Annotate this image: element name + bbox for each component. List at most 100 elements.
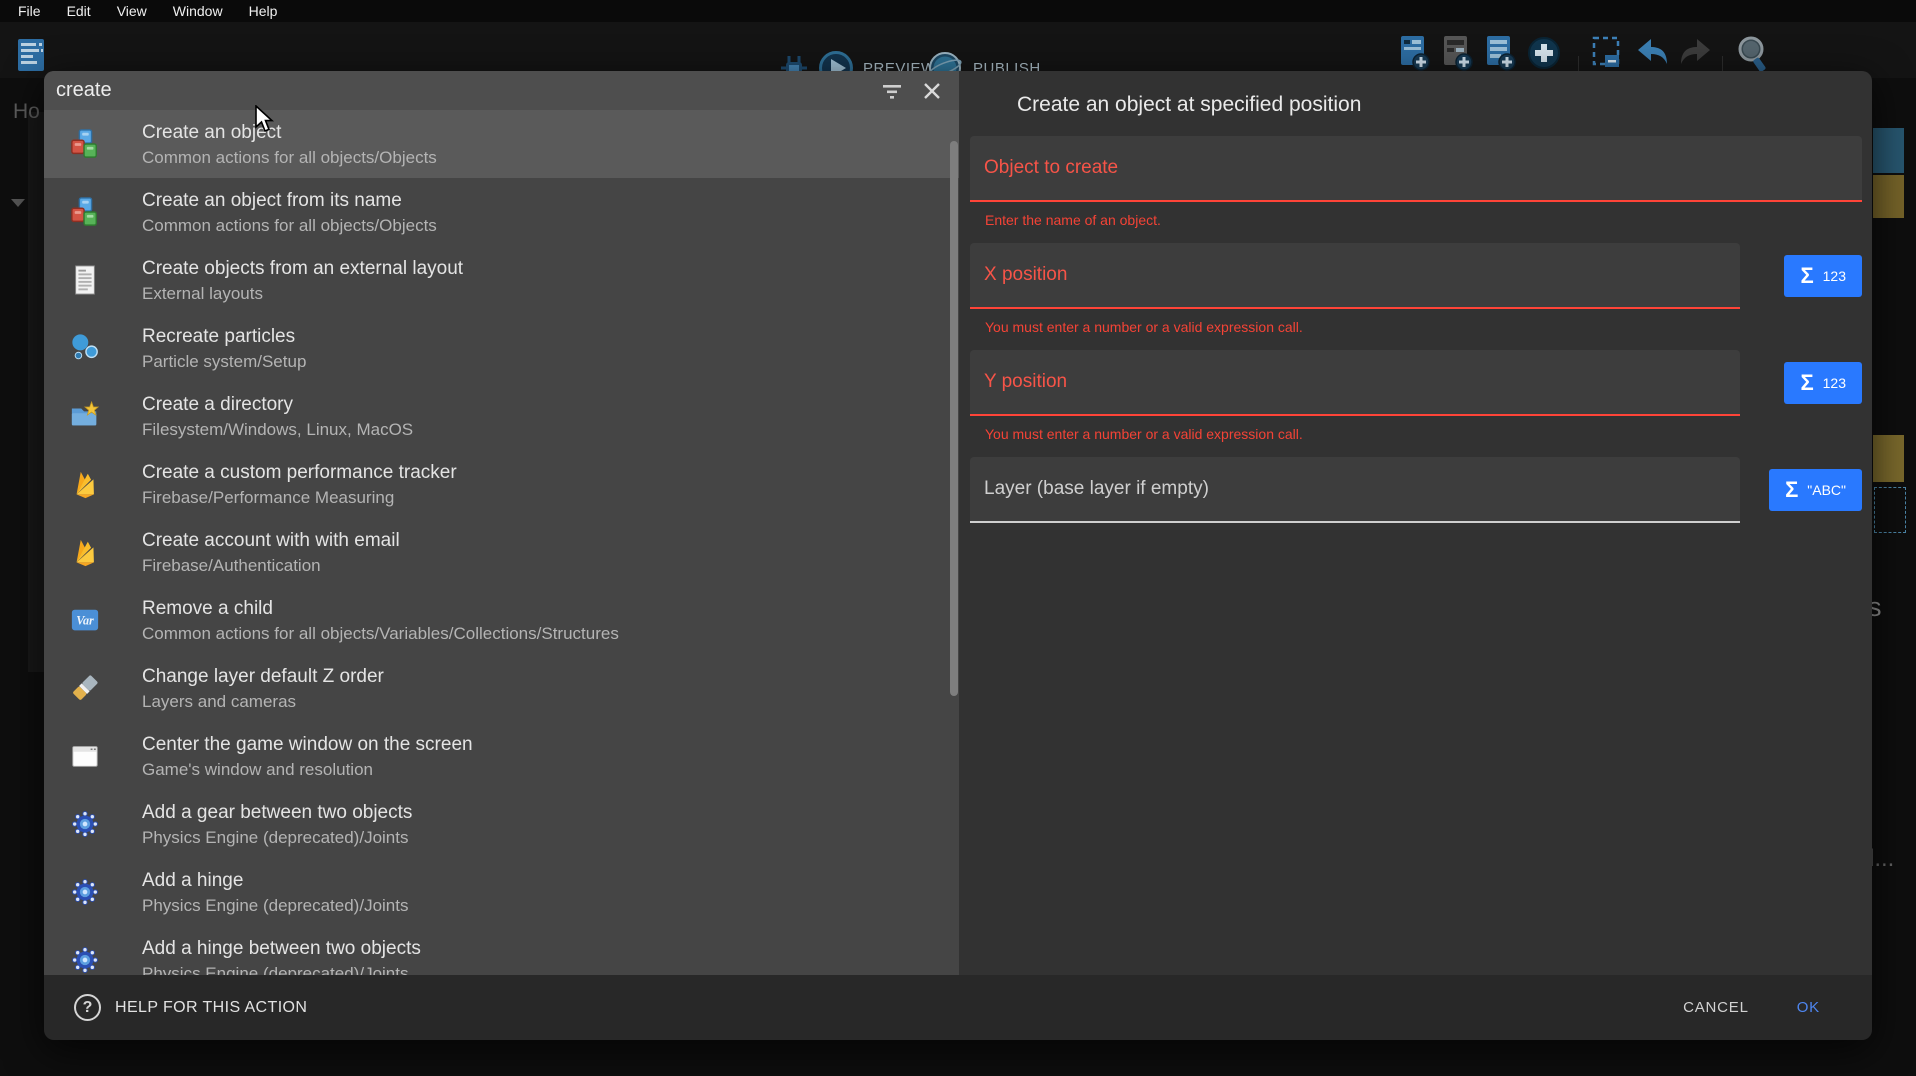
mouse-cursor (254, 105, 274, 135)
help-label: HELP FOR THIS ACTION (115, 999, 307, 1017)
list-item-title: Create objects from an external layout (142, 257, 463, 280)
add-external-layout-icon[interactable] (1486, 34, 1516, 72)
list-item-subtitle: Firebase/Authentication (142, 555, 400, 576)
list-item-subtitle: Physics Engine (deprecated)/Joints (142, 827, 412, 848)
action-search-panel: Create an object Common actions for all … (44, 71, 959, 975)
menu-item-edit[interactable]: Edit (67, 3, 91, 19)
list-item-subtitle: Filesystem/Windows, Linux, MacOS (142, 419, 413, 440)
search-project-icon[interactable] (1736, 35, 1770, 73)
list-item-subtitle: Firebase/Performance Measuring (142, 487, 457, 508)
parameter-placeholder: Y position (984, 371, 1067, 393)
list-item[interactable]: Create a directory Filesystem/Windows, L… (44, 382, 959, 450)
list-item[interactable]: Add a hinge Physics Engine (deprecated)/… (44, 858, 959, 926)
list-item[interactable]: Add a hinge between two objects Physics … (44, 926, 959, 975)
background-fragment (1873, 175, 1904, 218)
list-item-subtitle: Physics Engine (deprecated)/Joints (142, 895, 408, 916)
physics-joint-icon (70, 877, 100, 907)
menu-item-window[interactable]: Window (173, 3, 223, 19)
list-item-title: Create a directory (142, 393, 413, 416)
external-layout-document-icon (70, 265, 100, 295)
add-extension-icon[interactable] (1527, 36, 1561, 70)
choose-action-dialog: Create an object Common actions for all … (44, 71, 1872, 1040)
background-panel-edge (28, 112, 44, 672)
list-item-subtitle: External layouts (142, 283, 463, 304)
ok-button[interactable]: OK (1797, 999, 1820, 1016)
background-fragment (1873, 128, 1904, 173)
add-external-events-icon[interactable] (1443, 34, 1473, 72)
list-item-title: Center the game window on the screen (142, 733, 473, 756)
list-item[interactable]: Center the game window on the screen Gam… (44, 722, 959, 790)
redo-icon[interactable] (1678, 38, 1712, 68)
parameter-input[interactable]: Layer (base layer if empty) (970, 457, 1740, 523)
chevron-down-icon (11, 199, 25, 207)
list-item-title: Add a gear between two objects (142, 801, 412, 824)
background-selection-fragment (1874, 487, 1906, 533)
parameter-field: Y position Σ 123 You must enter a number… (970, 350, 1862, 443)
parameter-input[interactable]: X position (970, 243, 1740, 309)
particles-icon (70, 333, 100, 363)
parameter-helper-text: You must enter a number or a valid expre… (985, 426, 1862, 443)
list-item[interactable]: Create a custom performance tracker Fire… (44, 450, 959, 518)
list-item[interactable]: Create an object from its name Common ac… (44, 178, 959, 246)
list-item[interactable]: Add a gear between two objects Physics E… (44, 790, 959, 858)
variable-icon: Var (70, 605, 100, 635)
list-item-subtitle: Common actions for all objects/Objects (142, 215, 437, 236)
list-item-title: Change layer default Z order (142, 665, 384, 688)
parameter-placeholder: X position (984, 264, 1067, 286)
firebase-flame-icon (70, 469, 100, 499)
menu-item-help[interactable]: Help (249, 3, 278, 19)
physics-joint-icon (70, 809, 100, 839)
close-icon[interactable] (921, 80, 943, 102)
list-item[interactable]: Var Remove a child Common actions for al… (44, 586, 959, 654)
add-scene-icon[interactable] (1400, 34, 1430, 72)
svg-text:Var: Var (76, 614, 94, 628)
list-item[interactable]: Recreate particles Particle system/Setup (44, 314, 959, 382)
menu-item-view[interactable]: View (117, 3, 147, 19)
parameter-field: X position Σ 123 You must enter a number… (970, 243, 1862, 336)
cancel-button[interactable]: CANCEL (1683, 999, 1749, 1016)
list-item[interactable]: Create an object Common actions for all … (44, 110, 959, 178)
list-item-subtitle: Layers and cameras (142, 691, 384, 712)
parameter-fields: Object to create Enter the name of an ob… (959, 119, 1872, 523)
action-configuration-panel: Create an object at specified position O… (959, 71, 1872, 975)
help-button[interactable]: ? HELP FOR THIS ACTION (74, 994, 307, 1021)
list-item-title: Add a hinge (142, 869, 408, 892)
parameter-input[interactable]: Object to create (970, 136, 1862, 202)
list-item-title: Create an object from its name (142, 189, 437, 212)
sigma-icon: Σ (1800, 372, 1813, 394)
list-item-subtitle: Physics Engine (deprecated)/Joints (142, 963, 421, 976)
parameter-input[interactable]: Y position (970, 350, 1740, 416)
physics-joint-icon (70, 945, 100, 975)
list-item-title: Create a custom performance tracker (142, 461, 457, 484)
list-item-title: Add a hinge between two objects (142, 937, 421, 960)
menu-item-file[interactable]: File (18, 3, 41, 19)
list-item[interactable]: Create account with with email Firebase/… (44, 518, 959, 586)
menu-bar: File Edit View Window Help (0, 0, 1916, 22)
expression-builder-button[interactable]: Σ 123 (1784, 255, 1862, 297)
folder-star-icon (70, 401, 100, 431)
parameter-helper-text: You must enter a number or a valid expre… (985, 319, 1862, 336)
parameter-helper-text: Enter the name of an object. (985, 212, 1862, 229)
main-toolbar: PREVIEW PUBLISH (0, 22, 1916, 78)
list-item[interactable]: Create objects from an external layout E… (44, 246, 959, 314)
list-item-subtitle: Common actions for all objects/Variables… (142, 623, 619, 644)
expression-builder-button[interactable]: Σ 123 (1784, 362, 1862, 404)
list-item-title: Remove a child (142, 597, 619, 620)
list-item[interactable]: Change layer default Z order Layers and … (44, 654, 959, 722)
expression-builder-button[interactable]: Σ "ABC" (1769, 469, 1862, 511)
project-manager-icon[interactable] (16, 36, 46, 74)
firebase-flame-icon (70, 537, 100, 567)
filter-icon[interactable] (881, 80, 903, 102)
sigma-icon: Σ (1800, 265, 1813, 287)
panel-header: Create an object at specified position (959, 71, 1872, 119)
search-bar (44, 71, 959, 110)
objects-cubes-icon (978, 91, 1006, 119)
list-scrollbar[interactable] (950, 141, 958, 696)
search-input[interactable] (56, 79, 863, 102)
home-tab-label: Ho (13, 100, 40, 124)
game-window-icon (70, 741, 100, 771)
selection-remove-icon[interactable] (1592, 36, 1624, 70)
background-fragment (1873, 435, 1904, 482)
undo-icon[interactable] (1636, 38, 1670, 68)
panel-title: Create an object at specified position (1017, 93, 1361, 117)
